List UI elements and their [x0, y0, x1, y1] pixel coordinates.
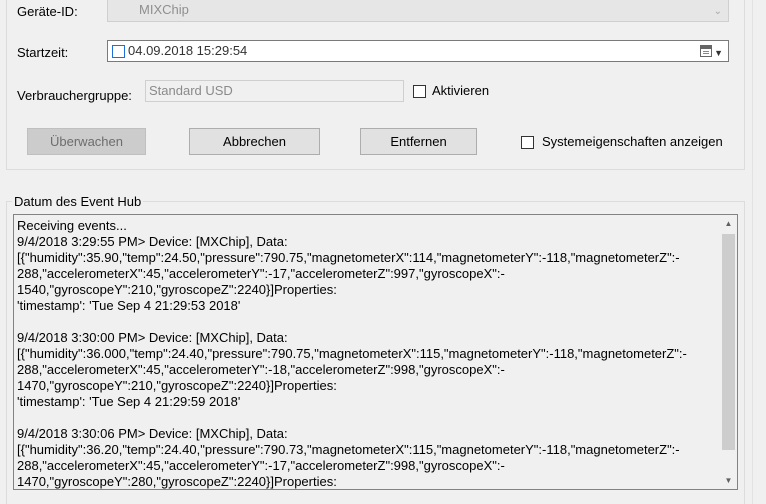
event-hub-title: Datum des Event Hub: [12, 194, 144, 210]
event-log-content[interactable]: Receiving events... 9/4/2018 3:29:55 PM> …: [17, 218, 720, 489]
window-edge: [752, 0, 766, 504]
log-line: [{"humidity":35.90,"temp":24.50,"pressur…: [17, 250, 680, 265]
start-time-checkbox[interactable]: [112, 45, 125, 58]
vertical-scrollbar[interactable]: ▲ ▼: [720, 215, 737, 489]
log-line: 9/4/2018 3:29:55 PM> Device: [MXChip], D…: [17, 234, 288, 249]
start-time-picker[interactable]: 04.09.2018 15:29:54 ▼: [107, 40, 729, 62]
calendar-icon[interactable]: [700, 45, 712, 57]
event-log-textbox[interactable]: Receiving events... 9/4/2018 3:29:55 PM> …: [13, 214, 738, 490]
log-line: 'timestamp': 'Tue Sep 4 21:29:59 2018': [17, 394, 241, 409]
log-line: 1540,"gyroscopeY":210,"gyroscopeZ":2240}…: [17, 282, 337, 297]
scrollbar-thumb[interactable]: [722, 234, 735, 450]
chevron-down-icon: ⌄: [713, 6, 722, 17]
log-line: 1470,"gyroscopeY":280,"gyroscopeZ":2240}…: [17, 474, 337, 489]
system-properties-checkbox[interactable]: [521, 136, 534, 149]
start-time-value[interactable]: 04.09.2018 15:29:54: [128, 43, 247, 58]
log-line: 'timestamp': 'Tue Sep 4 21:29:53 2018': [17, 298, 241, 313]
consumer-group-label: Verbrauchergruppe:: [17, 88, 132, 103]
log-line: 1470,"gyroscopeY":210,"gyroscopeZ":2240}…: [17, 378, 337, 393]
log-line: 9/4/2018 3:30:06 PM> Device: [MXChip], D…: [17, 426, 288, 441]
activate-checkbox[interactable]: [413, 85, 426, 98]
log-line: 288,"accelerometerX":45,"accelerometerY"…: [17, 266, 505, 281]
log-line: [{"humidity":36.000,"temp":24.40,"pressu…: [17, 346, 687, 361]
monitor-button: Überwachen: [27, 128, 146, 155]
log-line: Receiving events...: [17, 218, 127, 233]
log-line: 288,"accelerometerX":45,"accelerometerY"…: [17, 458, 505, 473]
activate-label[interactable]: Aktivieren: [432, 83, 489, 99]
consumer-group-value: Standard USD: [149, 83, 233, 98]
consumer-group-input: Standard USD: [145, 80, 404, 102]
device-id-label: Geräte-ID:: [17, 4, 78, 19]
device-id-combobox: MIXChip ⌄: [107, 0, 729, 22]
log-line: [{"humidity":36.20,"temp":24.40,"pressur…: [17, 442, 680, 457]
start-time-label: Startzeit:: [17, 45, 69, 60]
chevron-down-icon[interactable]: ▼: [714, 45, 723, 61]
cancel-button[interactable]: Abbrechen: [189, 128, 320, 155]
log-line: 9/4/2018 3:30:00 PM> Device: [MXChip], D…: [17, 330, 288, 345]
remove-button[interactable]: Entfernen: [360, 128, 477, 155]
device-id-value: MIXChip: [139, 2, 189, 17]
arrow-down-icon[interactable]: ▼: [720, 472, 737, 489]
system-properties-label[interactable]: Systemeigenschaften anzeigen: [542, 134, 723, 150]
log-line: 288,"accelerometerX":45,"accelerometerY"…: [17, 362, 505, 377]
arrow-up-icon[interactable]: ▲: [720, 215, 737, 232]
